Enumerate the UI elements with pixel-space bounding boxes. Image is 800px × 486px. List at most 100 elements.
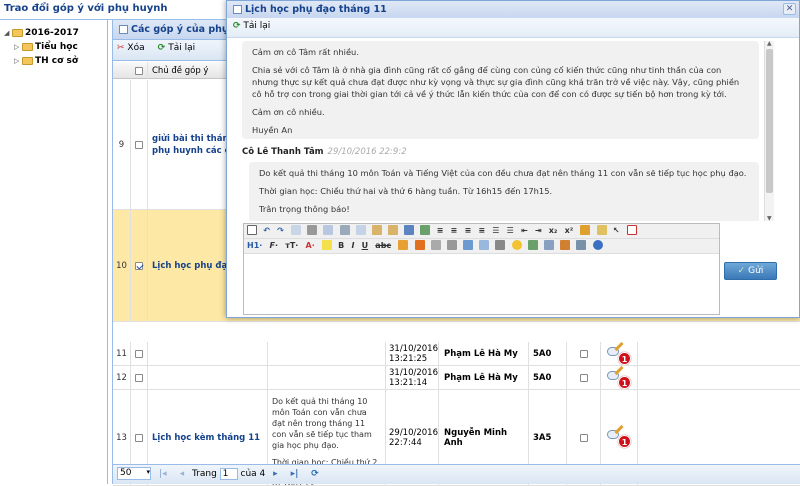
reply-cell[interactable]: 1 [601,342,638,365]
cut-icon[interactable] [339,225,350,235]
scroll-up-icon[interactable]: ▲ [767,40,772,47]
close-icon[interactable]: ✕ [783,3,796,15]
font-family-dropdown[interactable]: F· [270,241,279,250]
parent-reply-message: Cảm ơn cô Tâm rất nhiều. Chia sẻ với cô … [242,41,759,139]
superscript-icon[interactable]: x² [565,226,574,235]
row-checkbox[interactable] [135,140,143,149]
highlight-icon[interactable] [321,240,332,250]
pen-icon [614,366,624,376]
indent-icon[interactable]: ⇥ [535,226,542,235]
row-topic [148,342,268,365]
unlink-icon[interactable] [414,240,425,250]
collapse-arrow-icon[interactable]: ◢ [4,26,12,40]
send-button[interactable]: ✓ Gửi [724,262,777,280]
expand-arrow-icon[interactable]: ▷ [14,54,22,68]
paste-text-icon[interactable] [388,225,399,235]
reload-button[interactable]: ⟳ Tải lại [158,43,195,53]
table-icon[interactable] [479,240,490,250]
row-flag-checkbox-cell[interactable] [567,366,601,389]
font-size-dropdown[interactable]: тT· [285,241,298,250]
subscript-icon[interactable]: x₂ [549,226,558,235]
table-row[interactable]: 12 31/10/2016 13:21:14 Phạm Lê Hà My 5A0 … [113,366,800,390]
special-char-icon[interactable] [527,240,538,250]
select-icon[interactable]: ↖ [613,226,620,235]
expand-arrow-icon[interactable]: ▷ [14,40,22,54]
reply-cell[interactable]: 1 [601,366,638,389]
pagination-bar: 50 ▾ |◂ ◂ Trang 1 của 4 ▸ ▸| ⟳ [113,464,800,484]
paste-icon[interactable] [371,225,382,235]
page-input[interactable]: 1 [219,467,238,480]
bold-icon[interactable]: B [338,241,344,250]
editor-content[interactable] [244,255,719,314]
undo-icon[interactable]: ↶ [263,226,270,235]
link-icon[interactable] [398,240,409,250]
scrollbar-thumb[interactable] [766,49,773,193]
spellcheck-icon[interactable] [420,225,431,235]
last-page-button[interactable]: ▸| [291,469,299,479]
image-icon[interactable] [463,240,474,250]
outdent-icon[interactable]: ⇤ [521,226,528,235]
bullet-list-icon[interactable]: ☰ [507,226,514,235]
row-flag-checkbox[interactable] [579,373,588,382]
format-painter-icon[interactable] [596,225,607,235]
attachment-icon[interactable] [446,240,457,250]
row-checkbox[interactable] [135,433,143,442]
prev-page-button[interactable]: ◂ [180,469,185,479]
ordered-list-icon[interactable]: ☰ [492,226,499,235]
first-page-button[interactable]: |◂ [159,469,167,479]
heading-dropdown[interactable]: H1· [247,241,262,250]
align-justify-icon[interactable]: ≡ [478,226,485,235]
anchor-icon[interactable] [430,240,441,250]
align-center-icon[interactable]: ≡ [451,226,458,235]
tree-item-year[interactable]: ◢ 2016-2017 [0,26,107,40]
next-page-button[interactable]: ▸ [273,469,278,479]
row-checkbox[interactable] [135,349,143,358]
page-size-select[interactable]: 50 ▾ [117,467,151,480]
row-checkbox[interactable] [135,373,143,382]
align-right-icon[interactable]: ≡ [464,226,471,235]
row-checkbox-cell[interactable] [131,342,148,365]
dialog-titlebar[interactable]: Lịch học phụ đạo tháng 11 ✕ [227,1,799,18]
emoticon-icon[interactable] [511,240,522,250]
print-icon[interactable] [307,225,318,235]
page-break-icon[interactable] [576,240,587,250]
find-icon[interactable] [323,225,334,235]
copy-icon[interactable] [355,225,366,235]
delete-button[interactable]: ✂ Xóa [117,43,145,53]
row-checkbox-cell[interactable] [131,366,148,389]
tree-item-primary[interactable]: ▷ Tiểu học [0,40,107,54]
row-flag-checkbox-cell[interactable] [567,342,601,365]
row-checkbox-cell[interactable] [131,210,148,321]
table-row[interactable]: 11 31/10/2016 13:21:25 Phạm Lê Hà My 5A0 … [113,342,800,366]
select-all-checkbox[interactable] [135,66,143,75]
flash-icon[interactable] [544,240,555,250]
strikethrough-icon[interactable]: abc [375,241,391,250]
about-icon[interactable] [592,240,603,250]
redo-icon[interactable]: ↷ [277,226,284,235]
align-left-icon[interactable]: ≡ [437,226,444,235]
select-all-checkbox-cell[interactable] [131,62,148,79]
paste-word-icon[interactable] [404,225,415,235]
iframe-icon[interactable] [560,240,571,250]
font-color-dropdown[interactable]: A· [306,241,315,250]
tree-item-label: Tiểu học [35,42,78,52]
remove-format-icon[interactable] [580,225,591,235]
row-time: 22:7:44 [389,437,422,448]
row-checkbox-checked[interactable] [135,261,143,270]
row-flag-checkbox[interactable] [579,433,588,442]
preview-icon[interactable] [290,225,301,235]
row-number: 12 [113,366,131,389]
maximize-icon[interactable] [626,225,637,235]
conversation-scrollbar[interactable]: ▲ ▼ [764,40,774,222]
dialog-reload-button[interactable]: ⟳ Tải lại [233,21,270,31]
reply-line: Cảm ơn cô Tâm rất nhiều. [252,47,359,57]
source-icon[interactable] [247,225,257,235]
scroll-down-icon[interactable]: ▼ [767,215,772,222]
row-checkbox-cell[interactable] [131,80,148,209]
rule-icon[interactable] [495,240,506,250]
underline-icon[interactable]: U [362,241,369,250]
italic-icon[interactable]: I [351,241,354,250]
row-flag-checkbox[interactable] [579,349,588,358]
refresh-page-icon[interactable]: ⟳ [311,469,319,479]
tree-item-secondary[interactable]: ▷ TH cơ sở [0,54,107,68]
